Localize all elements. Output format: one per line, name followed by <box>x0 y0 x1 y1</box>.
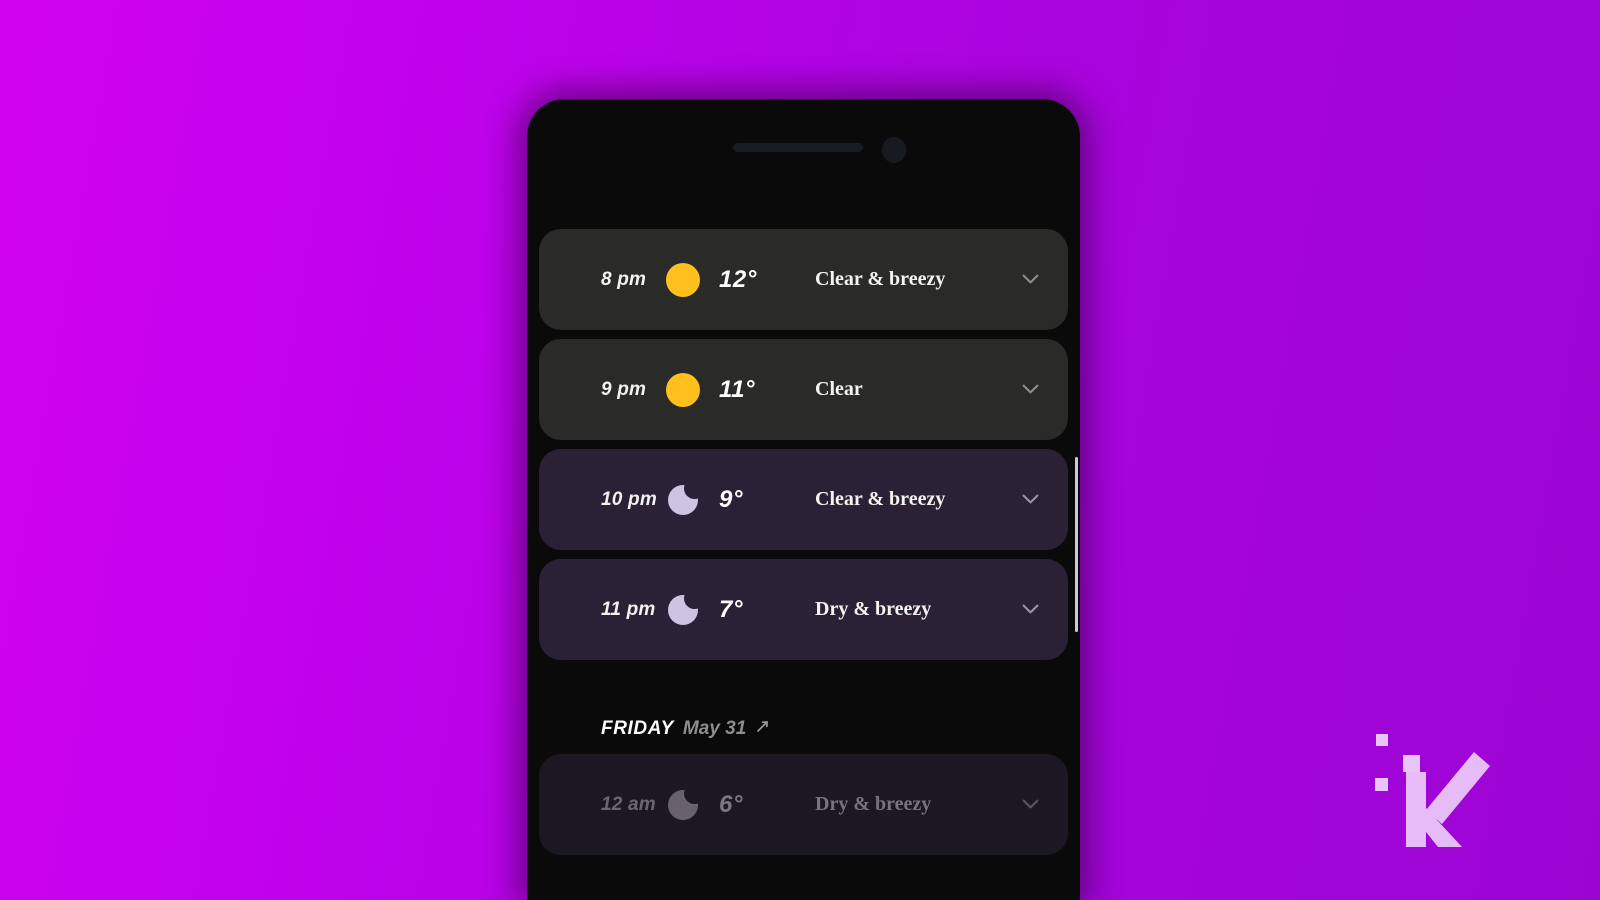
weather-app-screen: 8 pm 12° Clear & breezy 9 pm 11° Clear 1… <box>527 211 1080 900</box>
hourly-forecast-row[interactable]: 9 pm 11° Clear <box>539 339 1068 440</box>
hourly-forecast-row[interactable]: 12 am 6° Dry & breezy <box>539 754 1068 855</box>
phone-mockup: 8 pm 12° Clear & breezy 9 pm 11° Clear 1… <box>527 99 1080 900</box>
forecast-temperature: 12° <box>719 265 757 293</box>
moon-icon <box>647 782 719 820</box>
chevron-down-icon[interactable] <box>992 384 1068 395</box>
hourly-forecast-row[interactable]: 10 pm 9° Clear & breezy <box>539 449 1068 550</box>
forecast-condition: Dry & breezy <box>815 598 932 620</box>
chevron-down-icon[interactable] <box>992 604 1068 615</box>
sun-icon <box>647 372 719 407</box>
chevron-down-icon[interactable] <box>992 799 1068 810</box>
phone-top-bezel <box>527 99 1080 211</box>
chevron-down-icon[interactable] <box>992 494 1068 505</box>
sun-icon <box>647 262 719 297</box>
forecast-temperature: 9° <box>719 485 743 513</box>
speaker-grill <box>733 143 863 152</box>
forecast-temperature: 6° <box>719 790 743 818</box>
forecast-condition: Clear & breezy <box>815 268 946 290</box>
forecast-condition: Clear & breezy <box>815 488 946 510</box>
knowtechie-logo <box>1362 712 1492 847</box>
day-date: May 31 <box>682 718 747 739</box>
day-divider[interactable]: FRIDAY May 31 <box>539 704 1068 754</box>
forecast-time: 11 pm <box>601 598 656 620</box>
chevron-down-icon[interactable] <box>992 274 1068 285</box>
hourly-forecast-row[interactable]: 8 pm 12° Clear & breezy <box>539 229 1068 330</box>
forecast-time: 10 pm <box>601 488 657 510</box>
forecast-temperature: 7° <box>719 595 743 623</box>
expand-arrow-icon[interactable] <box>755 719 770 739</box>
moon-icon <box>647 587 719 625</box>
day-name: FRIDAY <box>601 718 674 739</box>
forecast-condition: Clear <box>815 378 863 400</box>
hourly-forecast-row[interactable]: 11 pm 7° Dry & breezy <box>539 559 1068 660</box>
forecast-condition: Dry & breezy <box>815 793 932 815</box>
moon-icon <box>647 477 719 515</box>
forecast-time: 8 pm <box>601 268 647 290</box>
forecast-time: 9 pm <box>601 378 647 400</box>
forecast-time: 12 am <box>601 793 656 815</box>
scrollbar[interactable] <box>1075 457 1078 632</box>
forecast-temperature: 11° <box>719 375 756 403</box>
screenshot-canvas: 8 pm 12° Clear & breezy 9 pm 11° Clear 1… <box>0 0 1600 900</box>
front-camera <box>882 137 906 163</box>
